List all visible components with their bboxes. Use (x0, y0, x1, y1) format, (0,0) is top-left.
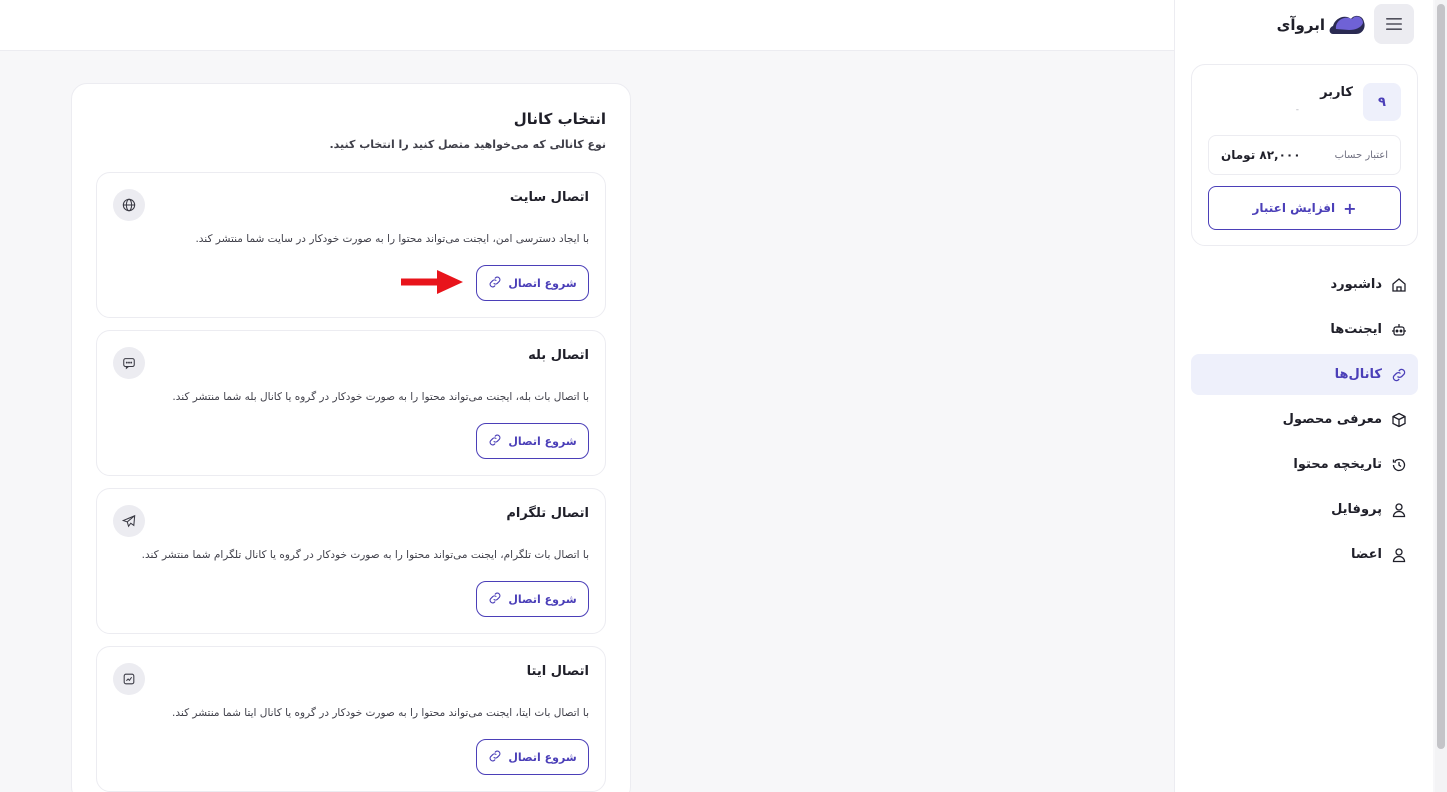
channel-title: اتصال بله (528, 348, 589, 363)
page-scrollbar[interactable] (1435, 0, 1447, 792)
start-connection-label: شروع اتصال (508, 592, 577, 606)
page-subtitle: نوع کانالی که می‌خواهید متصل کنید را انت… (329, 138, 606, 151)
channel-description: با ایجاد دسترسی امن، ایجنت می‌تواند محتو… (195, 233, 589, 245)
credit-value: ۸۲,۰۰۰ تومان (1221, 148, 1301, 162)
sidebar-nav: داشبورد ایجنت‌ها کانال‌ها معرفی محصول تا… (1191, 264, 1418, 579)
sidebar-item-content-history[interactable]: تاریخچه محتوا (1191, 444, 1418, 485)
channel-title: اتصال تلگرام (506, 506, 589, 521)
sidebar-item-product-intro[interactable]: معرفی محصول (1191, 399, 1418, 440)
brand-logo[interactable]: ابروآی (1275, 8, 1367, 42)
start-connection-button-site[interactable]: شروع اتصال (476, 265, 589, 301)
channel-card-telegram: اتصال تلگرام با اتصال بات تلگرام، ایجنت … (96, 488, 606, 634)
channel-selection-panel: انتخاب کانال نوع کانالی که می‌خواهید متص… (71, 83, 631, 792)
sidebar-item-label: معرفی محصول (1282, 412, 1382, 427)
home-icon (1390, 276, 1408, 294)
sidebar-item-label: ایجنت‌ها (1330, 322, 1382, 337)
start-connection-button-bale[interactable]: شروع اتصال (476, 423, 589, 459)
plus-icon: + (1343, 198, 1357, 218)
link-icon (488, 275, 502, 292)
sidebar-item-members[interactable]: اعضا (1191, 534, 1418, 575)
add-credit-button[interactable]: + افزایش اعتبار (1208, 186, 1401, 230)
page-title: انتخاب کانال (513, 110, 606, 128)
sidebar-item-channels[interactable]: کانال‌ها (1191, 354, 1418, 395)
hamburger-icon (1386, 18, 1402, 30)
sidebar: ابروآی ۹ کاربر - اعتبار حساب ۸۲,۰۰۰ توما… (1174, 0, 1433, 792)
link-icon (488, 433, 502, 450)
add-credit-label: افزایش اعتبار (1252, 201, 1336, 215)
account-credit: اعتبار حساب ۸۲,۰۰۰ تومان (1208, 135, 1401, 175)
user-card: ۹ کاربر - اعتبار حساب ۸۲,۰۰۰ تومان + افز… (1191, 64, 1418, 246)
brand-cloud-icon (1329, 15, 1365, 34)
channel-description: با اتصال بات ایتا، ایجنت می‌تواند محتوا … (172, 707, 589, 719)
credit-label: اعتبار حساب (1334, 149, 1388, 161)
start-connection-label: شروع اتصال (508, 276, 577, 290)
sidebar-item-label: پروفایل (1331, 502, 1382, 517)
start-connection-label: شروع اتصال (508, 750, 577, 764)
start-connection-button-eitaa[interactable]: شروع اتصال (476, 739, 589, 775)
channel-title: اتصال ایتا (526, 664, 589, 679)
link-icon (488, 591, 502, 608)
sidebar-item-label: تاریخچه محتوا (1293, 457, 1382, 472)
robot-icon (1390, 321, 1408, 339)
sidebar-item-label: کانال‌ها (1334, 367, 1382, 382)
channel-card-eitaa: اتصال ایتا با اتصال بات ایتا، ایجنت می‌ت… (96, 646, 606, 792)
avatar[interactable]: ۹ (1363, 83, 1401, 121)
sidebar-item-dashboard[interactable]: داشبورد (1191, 264, 1418, 305)
sidebar-item-label: اعضا (1350, 547, 1382, 562)
channel-card-site: اتصال سایت با ایجاد دسترسی امن، ایجنت می… (96, 172, 606, 318)
user-icon (1390, 546, 1408, 564)
sidebar-item-agents[interactable]: ایجنت‌ها (1191, 309, 1418, 350)
scrollbar-thumb[interactable] (1437, 4, 1445, 749)
eitaa-icon (113, 663, 145, 695)
user-subtitle: - (1295, 105, 1299, 115)
history-icon (1390, 456, 1408, 474)
brand-name: ابروآی (1276, 16, 1325, 34)
start-connection-label: شروع اتصال (508, 434, 577, 448)
menu-toggle-button[interactable] (1374, 4, 1414, 44)
sidebar-item-profile[interactable]: پروفایل (1191, 489, 1418, 530)
start-connection-button-telegram[interactable]: شروع اتصال (476, 581, 589, 617)
telegram-icon (113, 505, 145, 537)
user-icon (1390, 501, 1408, 519)
user-name: کاربر (1320, 85, 1353, 100)
globe-icon (113, 189, 145, 221)
chat-icon (113, 347, 145, 379)
link-icon (488, 749, 502, 766)
channel-description: با اتصال بات بله، ایجنت می‌تواند محتوا ر… (172, 391, 589, 403)
channel-card-bale: اتصال بله با اتصال بات بله، ایجنت می‌توا… (96, 330, 606, 476)
annotation-arrow-icon (401, 270, 463, 294)
sidebar-item-label: داشبورد (1330, 277, 1382, 292)
channel-description: با اتصال بات تلگرام، ایجنت می‌تواند محتو… (141, 549, 589, 561)
box-icon (1390, 411, 1408, 429)
channel-title: اتصال سایت (509, 190, 589, 205)
top-bar (0, 0, 1174, 51)
link-icon (1390, 366, 1408, 384)
